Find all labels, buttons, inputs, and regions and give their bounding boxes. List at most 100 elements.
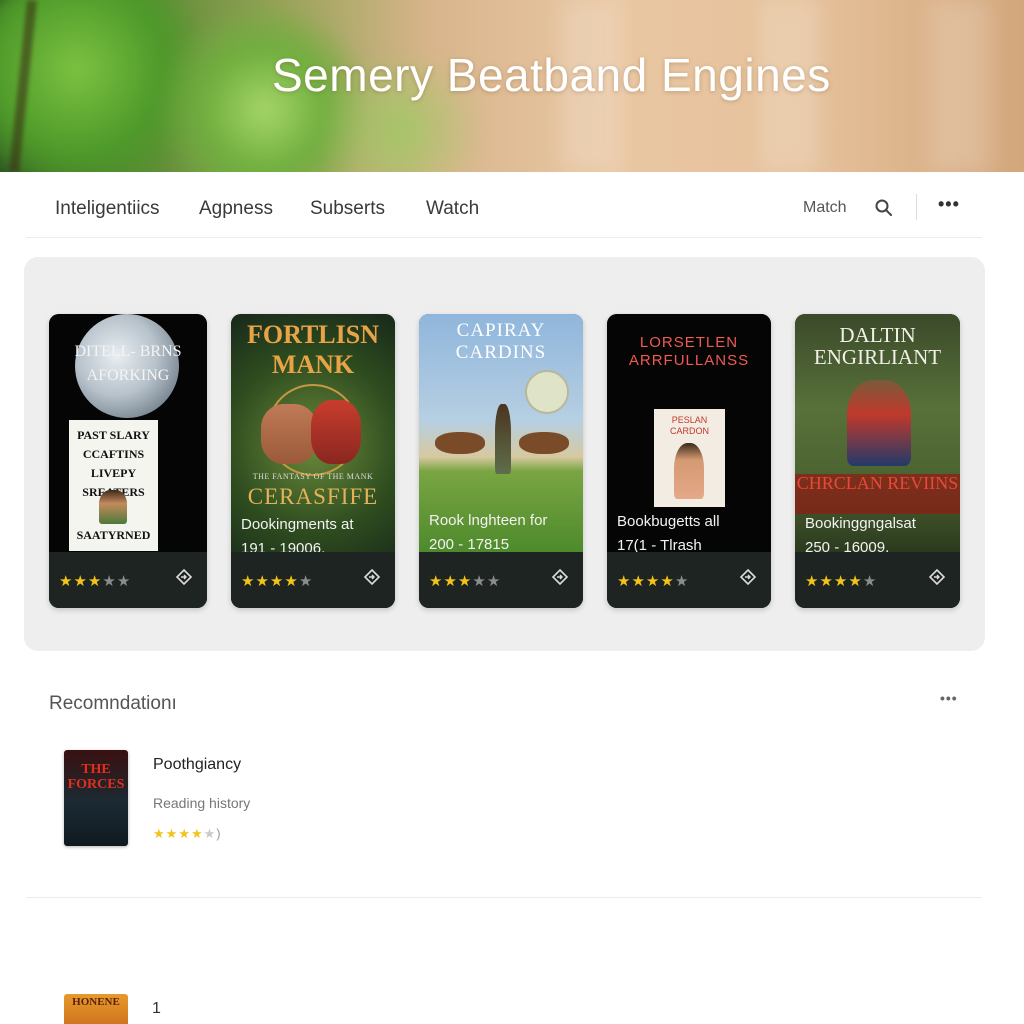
- star-empty-icon: ★: [102, 573, 117, 590]
- book-cover-title: FORTLISN MANK: [246, 320, 379, 379]
- star-empty-icon: ★: [486, 573, 502, 590]
- bookmark-diamond-icon[interactable]: [363, 568, 381, 586]
- book-caption: Rook lnghteen for 200 - 17815: [429, 509, 547, 557]
- card-footer: ★★★★★: [607, 552, 771, 608]
- book-card[interactable]: FORTLISN MANK THE FANTASY OF THE MANK CE…: [231, 314, 395, 608]
- star-filled-icon: ★: [59, 573, 74, 590]
- book-cover: DITELL- BRNS AFORKING PAST SLARY CCAFTIN…: [49, 314, 207, 552]
- book-thumbnail: THE FORCES: [64, 750, 128, 846]
- match-link[interactable]: Match: [803, 199, 847, 217]
- star-filled-icon: ★: [178, 826, 191, 841]
- book-card[interactable]: LORSETLEN ARRFULLANSS PESLAN CARDON Book…: [607, 314, 771, 608]
- star-rating: ★★★★★: [805, 572, 877, 590]
- book-card[interactable]: DALTIN ENGIRLIANT CHRCLAN REVIINS Bookin…: [795, 314, 960, 608]
- award-seal: [525, 370, 569, 414]
- star-filled-icon: ★: [284, 573, 299, 590]
- star-rating: ★★★★★: [59, 572, 131, 590]
- bookmark-diamond-icon[interactable]: [739, 568, 757, 586]
- star-filled-icon: ★: [443, 573, 458, 590]
- nav-link-inteligentiics[interactable]: Inteligentiics: [55, 198, 160, 220]
- inner-book-art: PAST SLARY CCAFTINS LIVEPY SREATERS SAAT…: [69, 420, 158, 551]
- star-filled-icon: ★: [255, 573, 270, 590]
- book-cover-title: LORSETLEN ARRFULLANSS: [628, 334, 750, 369]
- bookmark-diamond-icon[interactable]: [928, 568, 946, 586]
- star-filled-icon: ★: [165, 826, 179, 841]
- star-filled-icon: ★: [631, 573, 646, 590]
- book-caption: Bookbugetts all 17(1 - Tlrash: [617, 510, 720, 558]
- star-filled-icon: ★: [87, 573, 103, 590]
- more-horizontal-icon[interactable]: •••: [940, 690, 958, 706]
- book-caption-line1: Rook lnghteen for: [429, 512, 548, 529]
- book-carousel: DITELL- BRNS AFORKING PAST SLARY CCAFTIN…: [24, 257, 985, 651]
- book-caption-line1: Bookinggngalsat: [805, 515, 916, 532]
- book-cover-bottom: CHRCLAN REVIINS: [796, 473, 959, 493]
- star-filled-icon: ★: [190, 826, 204, 841]
- inner-book-title: PESLAN CARDON: [669, 415, 709, 436]
- star-rating: ★★★★★): [153, 826, 222, 842]
- more-horizontal-icon[interactable]: •••: [938, 194, 960, 215]
- rec-item-title: Poothgiancy: [153, 756, 242, 773]
- star-filled-icon: ★: [457, 573, 473, 590]
- book-cover-title: DALTIN ENGIRLIANT: [813, 323, 942, 369]
- hero-banner: Semery Beatband Engines: [0, 0, 1024, 172]
- list-item-number: 1: [152, 1000, 161, 1017]
- page-title: Semery Beatband Engines: [272, 49, 831, 101]
- star-empty-icon: ★: [674, 573, 690, 590]
- star-filled-icon: ★: [833, 573, 849, 590]
- star-filled-icon: ★: [645, 573, 661, 590]
- book-thumbnail-title: HONENE: [72, 996, 120, 1008]
- book-cover-title: CAPIRAY CARDINS: [455, 320, 547, 363]
- bookmark-diamond-icon[interactable]: [551, 568, 569, 586]
- star-rating: ★★★★★: [241, 572, 313, 590]
- book-card[interactable]: CAPIRAY CARDINS Rook lnghteen for 200 - …: [419, 314, 583, 608]
- bookmark-diamond-icon[interactable]: [175, 568, 193, 586]
- book-caption-line1: Dookingments at: [241, 516, 354, 533]
- top-nav: Inteligentiics Agpness Subserts Watch Ma…: [26, 172, 982, 238]
- book-caption-line1: Bookbugetts all: [617, 513, 720, 530]
- star-empty-icon: ★: [298, 573, 314, 590]
- nav-link-subserts[interactable]: Subserts: [310, 198, 385, 220]
- nav-link-agpness[interactable]: Agpness: [199, 198, 273, 220]
- star-filled-icon: ★: [805, 573, 820, 590]
- recommendations-heading: Recomndationı: [49, 693, 177, 714]
- book-cover-title: DITELL- BRNS AFORKING: [74, 343, 182, 384]
- star-empty-icon: ★: [862, 573, 878, 590]
- star-filled-icon: ★: [819, 573, 834, 590]
- star-filled-icon: ★: [241, 573, 256, 590]
- star-empty-icon: ★: [203, 826, 217, 841]
- book-card[interactable]: DITELL- BRNS AFORKING PAST SLARY CCAFTIN…: [49, 314, 207, 608]
- nav-link-watch[interactable]: Watch: [426, 198, 479, 220]
- book-cover-bottom: CERASFIFE: [247, 484, 379, 509]
- book-thumbnail-title: THE FORCES: [67, 762, 125, 792]
- star-filled-icon: ★: [429, 573, 444, 590]
- star-filled-icon: ★: [848, 573, 863, 590]
- card-footer: ★★★★★: [419, 552, 583, 608]
- star-rating: ★★★★★: [429, 572, 501, 590]
- star-rating-glyphs: ★★★★★: [153, 826, 216, 841]
- divider: [26, 897, 982, 898]
- star-filled-icon: ★: [73, 573, 88, 590]
- inner-book-bottom: SAATYRNED: [76, 528, 151, 542]
- book-cover-subtitle: THE FANTASY OF THE MANK: [252, 472, 374, 481]
- star-empty-icon: ★: [472, 573, 487, 590]
- rec-item-subtitle: Reading history: [153, 795, 251, 811]
- nav-divider: [916, 194, 917, 220]
- book-thumbnail[interactable]: HONENE: [64, 994, 128, 1024]
- card-footer: ★★★★★: [231, 552, 395, 608]
- figure-art: [261, 404, 317, 464]
- star-filled-icon: ★: [617, 573, 632, 590]
- figure-art: [99, 490, 127, 524]
- deer-art: [435, 432, 485, 454]
- deer-art: [519, 432, 569, 454]
- figure-art: [847, 380, 911, 466]
- list-item[interactable]: THE FORCES Poothgiancy Reading history ★…: [64, 750, 944, 850]
- card-footer: ★★★★★: [795, 552, 960, 608]
- inner-book-art: PESLAN CARDON: [654, 409, 725, 507]
- card-footer: ★★★★★: [49, 552, 207, 608]
- search-icon[interactable]: [874, 198, 894, 218]
- star-empty-icon: ★: [116, 573, 132, 590]
- star-filled-icon: ★: [153, 826, 166, 841]
- figure-art: [674, 443, 704, 499]
- figure-art: [495, 404, 511, 474]
- light-stripe: [930, 0, 990, 172]
